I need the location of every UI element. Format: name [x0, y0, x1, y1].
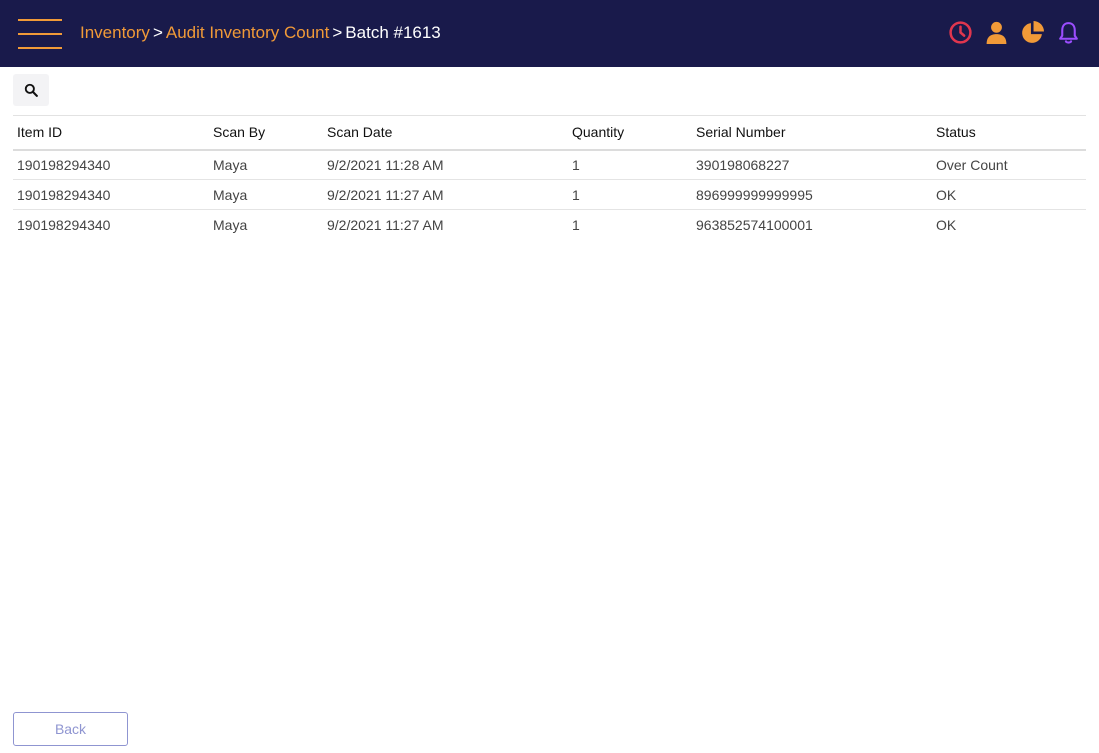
cell-serial-number: 896999999999995: [692, 179, 932, 210]
table-header-row: Item ID Scan By Scan Date Quantity Seria…: [13, 115, 1086, 151]
bell-icon[interactable]: [1056, 20, 1081, 45]
cell-item-id: 190198294340: [17, 216, 111, 233]
user-icon[interactable]: [984, 20, 1009, 45]
cell-scan-by: Maya: [209, 149, 323, 180]
cell-scan-by: Maya: [213, 216, 248, 233]
cell-status: OK: [932, 179, 1086, 210]
column-header-quantity[interactable]: Quantity: [568, 115, 692, 151]
cell-scan-by: Maya: [209, 179, 323, 210]
column-header-status[interactable]: Status: [932, 115, 1086, 151]
cell-status: OK: [936, 216, 957, 233]
cell-quantity: 1: [572, 216, 580, 233]
column-header-item-id[interactable]: Item ID: [13, 115, 209, 151]
back-button[interactable]: Back: [13, 712, 128, 746]
search-button[interactable]: [13, 74, 49, 106]
audit-scan-table: Item ID Scan By Scan Date Quantity Seria…: [13, 115, 1086, 240]
cell-item-id: 190198294340: [13, 179, 209, 210]
breadcrumb-separator: >: [332, 23, 343, 42]
breadcrumb-current-batch: Batch #1613: [345, 23, 441, 42]
hamburger-menu-icon[interactable]: [18, 19, 62, 49]
cell-scan-date: 9/2/2021 11:27 AM: [323, 179, 568, 210]
top-icons: [948, 20, 1081, 45]
breadcrumb-separator: >: [152, 23, 163, 42]
cell-scan-date: 9/2/2021 11:28 AM: [323, 149, 568, 180]
cell-quantity: 1: [568, 149, 692, 180]
column-header-scan-by[interactable]: Scan By: [209, 115, 323, 151]
breadcrumb-inventory[interactable]: Inventory: [80, 22, 150, 44]
cell-status: Over Count: [932, 149, 1086, 180]
top-bar: Inventory > Audit Inventory Count > Batc…: [0, 0, 1099, 67]
column-header-serial-number[interactable]: Serial Number: [692, 115, 932, 151]
table-row[interactable]: 190198294340 Maya 9/2/2021 11:28 AM 1 39…: [13, 149, 1086, 180]
pie-chart-icon[interactable]: [1020, 20, 1045, 45]
breadcrumb-audit-inventory-count[interactable]: Audit Inventory Count: [166, 22, 329, 44]
cell-scan-date: 9/2/2021 11:27 AM: [327, 216, 444, 233]
cell-quantity: 1: [568, 179, 692, 210]
table-row[interactable]: 190198294340 Maya 9/2/2021 11:27 AM 1 96…: [13, 210, 1086, 240]
cell-item-id: 190198294340: [13, 149, 209, 180]
clock-icon[interactable]: [948, 20, 973, 45]
table-row[interactable]: 190198294340 Maya 9/2/2021 11:27 AM 1 89…: [13, 179, 1086, 210]
column-header-scan-date[interactable]: Scan Date: [323, 115, 568, 151]
breadcrumb: Inventory > Audit Inventory Count > Batc…: [80, 22, 441, 44]
search-icon: [24, 83, 38, 97]
cell-serial-number: 963852574100001: [696, 216, 813, 233]
cell-serial-number: 390198068227: [692, 149, 932, 180]
